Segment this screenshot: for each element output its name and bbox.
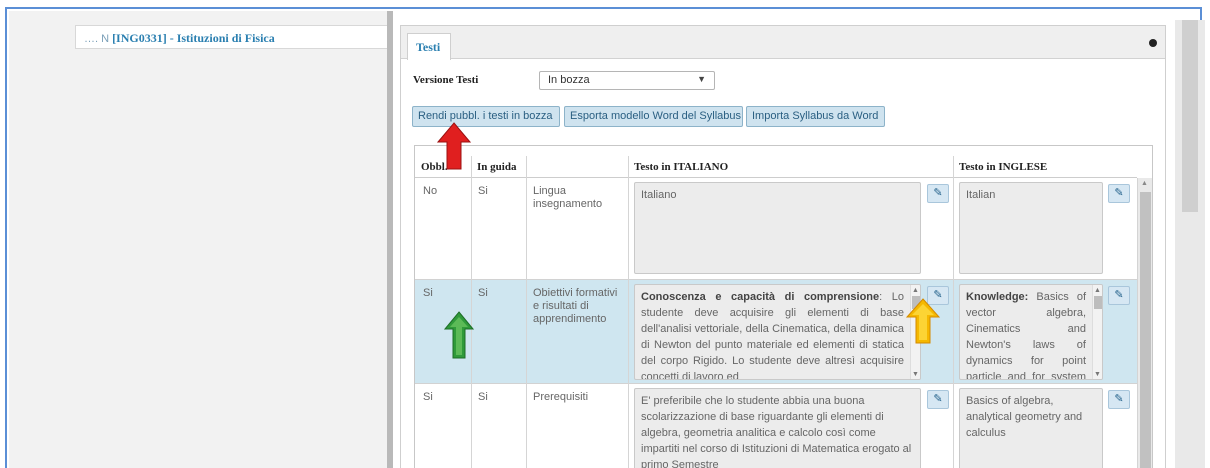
app-frame: …. N [ING0331] - Istituzioni di Fisica T…: [5, 7, 1205, 468]
texts-table: Obbl. In guida Testo in ITALIANO Testo i…: [414, 145, 1153, 468]
italian-text: E' preferibile che lo studente abbia una…: [641, 395, 912, 468]
column-divider: [953, 156, 954, 468]
table-row[interactable]: Si Si Obiettivi formativi e risultati di…: [415, 280, 1137, 384]
header-name: [526, 156, 628, 178]
cell-in-guida: Si: [478, 287, 488, 299]
italian-text-box[interactable]: Italiano: [634, 182, 921, 274]
yellow-arrow-annotation: [906, 298, 940, 344]
english-bold: Knowledge:: [966, 291, 1029, 303]
italian-text-box[interactable]: Conoscenza e capacità di comprensione: L…: [634, 284, 921, 380]
pencil-icon[interactable]: ✎: [927, 390, 949, 409]
table-row[interactable]: Si Si Prerequisiti E' preferibile che lo…: [415, 384, 1137, 468]
scroll-thumb[interactable]: [1140, 192, 1151, 468]
scroll-up-icon[interactable]: ▲: [1141, 180, 1148, 187]
import-word-button[interactable]: Importa Syllabus da Word: [746, 106, 885, 127]
english-text-box[interactable]: Italian: [959, 182, 1103, 274]
italian-text: : Lo studente deve acquisire gli element…: [641, 291, 904, 380]
page-scroll-thumb[interactable]: [1182, 20, 1198, 212]
italian-bold: Conoscenza e capacità di comprensione: [641, 291, 880, 303]
cell-name: Obiettivi formativi e risultati di appre…: [533, 287, 618, 325]
english-text: Italian: [966, 189, 996, 201]
export-word-button[interactable]: Esporta modello Word del Syllabus: [564, 106, 743, 127]
english-text-box[interactable]: Knowledge: Basics of vector algebra, Cin…: [959, 284, 1103, 380]
caret-down-icon: ▼: [697, 74, 706, 84]
red-arrow-annotation: [437, 122, 471, 170]
column-divider: [526, 156, 527, 468]
column-divider: [628, 156, 629, 468]
course-prefix: …. N: [84, 33, 110, 45]
version-label: Versione Testi: [413, 74, 479, 86]
cell-obbl: Si: [423, 287, 433, 299]
collapse-icon[interactable]: [1149, 39, 1157, 47]
pencil-icon[interactable]: ✎: [1108, 390, 1130, 409]
header-english[interactable]: Testo in INGLESE: [953, 156, 1137, 178]
table-scrollbar[interactable]: ▲: [1137, 178, 1152, 468]
italian-text: Italiano: [641, 189, 677, 201]
pencil-icon[interactable]: ✎: [1108, 184, 1130, 203]
cell-name: Prerequisiti: [533, 391, 589, 403]
course-label: [ING0331] - Istituzioni di Fisica: [112, 31, 275, 45]
cell-in-guida: Si: [478, 391, 488, 403]
cell-in-guida: Si: [478, 185, 488, 197]
version-select[interactable]: In bozza ▼: [539, 71, 715, 90]
cell-obbl: No: [423, 185, 438, 197]
header-italian[interactable]: Testo in ITALIANO: [628, 156, 953, 178]
english-box-scrollbar[interactable]: ▲ ▼: [1092, 285, 1102, 379]
texts-panel: Testi Versione Testi In bozza ▼ Rendi pu…: [400, 25, 1166, 468]
publish-drafts-button[interactable]: Rendi pubbl. i testi in bozza: [412, 106, 560, 127]
english-text: Basics of algebra, analytical geometry a…: [966, 395, 1083, 439]
course-tree-item[interactable]: …. N [ING0331] - Istituzioni di Fisica: [75, 25, 391, 49]
header-in-guida[interactable]: In guida: [471, 156, 526, 178]
cell-name: Lingua insegnamento: [533, 185, 603, 210]
pencil-icon[interactable]: ✎: [927, 184, 949, 203]
table-row[interactable]: No Si Lingua insegnamento Italiano ✎ Ita…: [415, 178, 1137, 280]
green-arrow-annotation: [444, 311, 474, 359]
version-value: In bozza: [548, 74, 590, 86]
panel-header: Testi: [401, 26, 1165, 60]
english-text-box[interactable]: Basics of algebra, analytical geometry a…: [959, 388, 1103, 468]
pencil-icon[interactable]: ✎: [1108, 286, 1130, 305]
english-text: Basics of vector algebra, Cinematics and…: [966, 291, 1086, 380]
page-scrollbar[interactable]: [1175, 20, 1205, 468]
tab-testi[interactable]: Testi: [407, 33, 451, 60]
cell-obbl: Si: [423, 391, 433, 403]
pane-splitter[interactable]: [387, 11, 393, 468]
italian-text-box[interactable]: E' preferibile che lo studente abbia una…: [634, 388, 921, 468]
left-pane: …. N [ING0331] - Istituzioni di Fisica: [9, 11, 391, 468]
